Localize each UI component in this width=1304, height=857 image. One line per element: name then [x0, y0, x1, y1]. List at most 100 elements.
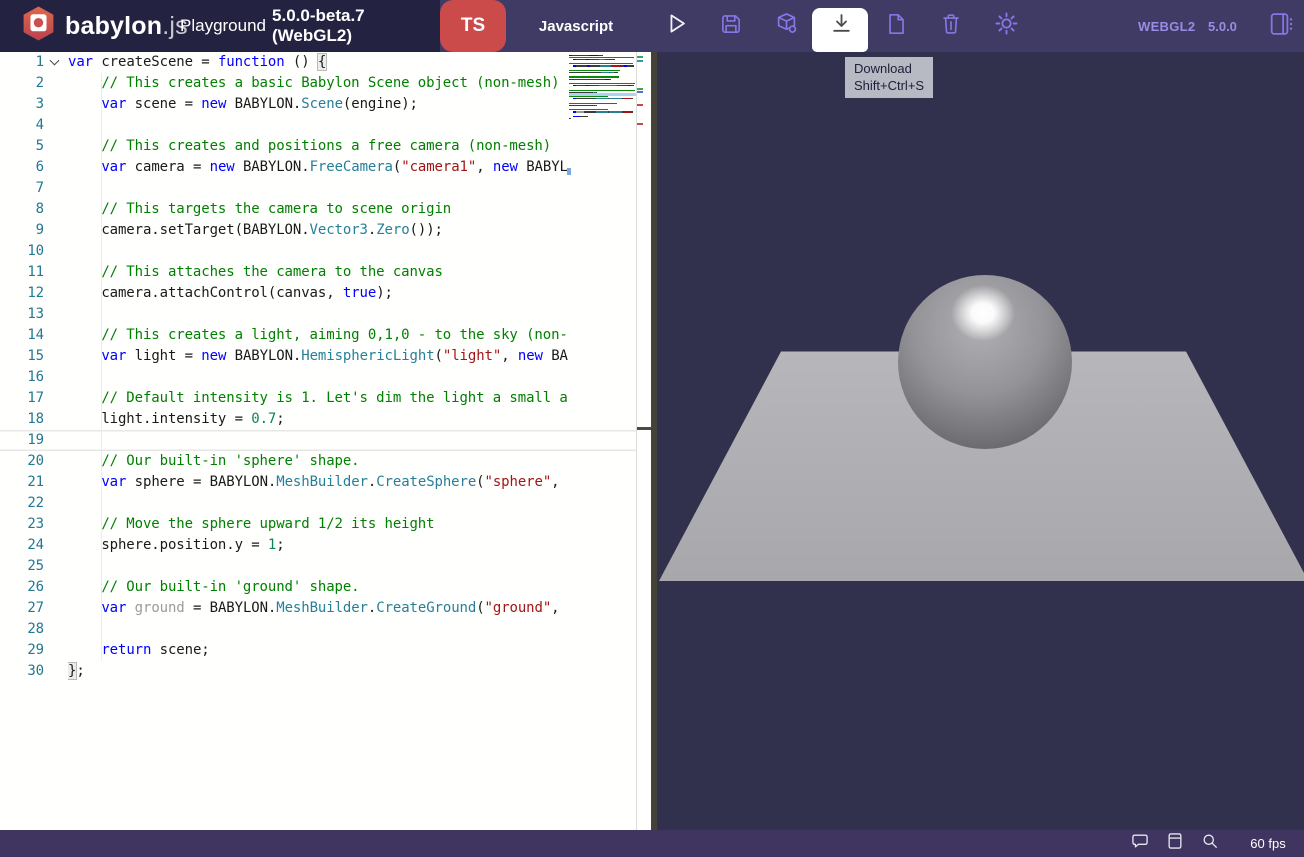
code-line-13[interactable]: 13: [0, 304, 637, 325]
line-gutter: 5: [0, 136, 68, 157]
new-playground-button[interactable]: [874, 0, 918, 52]
babylon-logo[interactable]: babylon.js: [20, 5, 188, 47]
code-line-22[interactable]: 22: [0, 493, 637, 514]
code-line-17[interactable]: 17 // Default intensity is 1. Let's dim …: [0, 388, 637, 409]
code-line-2[interactable]: 2 // This creates a basic Babylon Scene …: [0, 73, 637, 94]
settings-button[interactable]: [984, 0, 1028, 52]
code-line-12[interactable]: 12 camera.attachControl(canvas, true);: [0, 283, 637, 304]
code-line-4[interactable]: 4: [0, 115, 637, 136]
code-editor[interactable]: 1var createScene = function () {2 // Thi…: [0, 52, 651, 830]
code-text: camera.attachControl(canvas, true);: [68, 283, 568, 304]
line-number: 18: [0, 409, 44, 430]
line-gutter: 4: [0, 115, 68, 136]
line-number: 15: [0, 346, 44, 367]
minimap-line: [569, 117, 636, 119]
typescript-toggle-button[interactable]: TS: [440, 0, 506, 52]
run-button[interactable]: [654, 0, 698, 52]
line-number: 13: [0, 304, 44, 325]
code-line-6[interactable]: 6 var camera = new BABYLON.FreeCamera("c…: [0, 157, 637, 178]
code-line-3[interactable]: 3 var scene = new BABYLON.Scene(engine);: [0, 94, 637, 115]
line-number: 17: [0, 388, 44, 409]
code-line-30[interactable]: 30};: [0, 661, 637, 682]
line-gutter: 29: [0, 640, 68, 661]
code-line-27[interactable]: 27 var ground = BABYLON.MeshBuilder.Crea…: [0, 598, 637, 619]
line-number: 4: [0, 115, 44, 136]
clear-button[interactable]: [929, 0, 973, 52]
comments-icon: [1130, 831, 1150, 856]
inspector-button[interactable]: [764, 0, 808, 52]
code-line-9[interactable]: 9 camera.setTarget(BABYLON.Vector3.Zero(…: [0, 220, 637, 241]
code-line-29[interactable]: 29 return scene;: [0, 640, 637, 661]
code-line-15[interactable]: 15 var light = new BABYLON.HemisphericLi…: [0, 346, 637, 367]
line-gutter: 11: [0, 262, 68, 283]
code-text: sphere.position.y = 1;: [68, 535, 568, 556]
line-gutter: 9: [0, 220, 68, 241]
line-number: 21: [0, 472, 44, 493]
docs-icon: [1165, 831, 1185, 856]
code-line-5[interactable]: 5 // This creates and positions a free c…: [0, 136, 637, 157]
line-number: 24: [0, 535, 44, 556]
code-text: light.intensity = 0.7;: [68, 409, 568, 430]
line-gutter: 13: [0, 304, 68, 325]
code-text: [68, 430, 568, 451]
code-line-21[interactable]: 21 var sphere = BABYLON.MeshBuilder.Crea…: [0, 472, 637, 493]
code-text: return scene;: [68, 640, 568, 661]
line-gutter: 15: [0, 346, 68, 367]
code-line-10[interactable]: 10: [0, 241, 637, 262]
code-line-18[interactable]: 18 light.intensity = 0.7;: [0, 409, 637, 430]
line-gutter: 1: [0, 52, 68, 73]
code-text: var createScene = function () {: [68, 52, 568, 73]
line-number: 5: [0, 136, 44, 157]
docs-button[interactable]: [1163, 830, 1187, 857]
render-scene: [657, 52, 1304, 830]
code-line-11[interactable]: 11 // This attaches the camera to the ca…: [0, 262, 637, 283]
line-gutter: 12: [0, 283, 68, 304]
ruler-decoration-mark: [637, 104, 643, 106]
save-button[interactable]: [709, 0, 753, 52]
line-gutter: 8: [0, 199, 68, 220]
line-gutter: 14: [0, 325, 68, 346]
download-button[interactable]: [819, 0, 863, 52]
line-number: 3: [0, 94, 44, 115]
code-line-20[interactable]: 20 // Our built-in 'sphere' shape.: [0, 451, 637, 472]
code-line-1[interactable]: 1var createScene = function () {: [0, 52, 637, 73]
code-line-23[interactable]: 23 // Move the sphere upward 1/2 its hei…: [0, 514, 637, 535]
search-button[interactable]: [1198, 830, 1222, 857]
code-line-26[interactable]: 26 // Our built-in 'ground' shape.: [0, 577, 637, 598]
line-gutter: 18: [0, 409, 68, 430]
code-text: var sphere = BABYLON.MeshBuilder.CreateS…: [68, 472, 568, 493]
code-line-8[interactable]: 8 // This targets the camera to scene or…: [0, 199, 637, 220]
code-text: // This creates and positions a free cam…: [68, 136, 568, 157]
splitter-handle[interactable]: [637, 427, 651, 430]
examples-icon: [1267, 10, 1295, 43]
line-gutter: 10: [0, 241, 68, 262]
code-line-19[interactable]: 19: [0, 430, 637, 451]
language-selector[interactable]: Javascript: [516, 0, 636, 52]
code-line-24[interactable]: 24 sphere.position.y = 1;: [0, 535, 637, 556]
line-number: 6: [0, 157, 44, 178]
code-line-16[interactable]: 16: [0, 367, 637, 388]
line-number: 9: [0, 220, 44, 241]
fold-chevron-icon[interactable]: [44, 52, 68, 73]
code-line-14[interactable]: 14 // This creates a light, aiming 0,1,0…: [0, 325, 637, 346]
version-badge: 5.0.0: [1208, 0, 1237, 52]
code-text: };: [68, 661, 568, 682]
download-icon: [828, 10, 855, 42]
render-canvas[interactable]: [657, 52, 1304, 830]
code-text: // Our built-in 'sphere' shape.: [68, 451, 568, 472]
code-line-7[interactable]: 7: [0, 178, 637, 199]
examples-button[interactable]: [1258, 0, 1304, 52]
minimap[interactable]: [569, 54, 636, 754]
line-number: 26: [0, 577, 44, 598]
code-text: // This creates a basic Babylon Scene ob…: [68, 73, 568, 94]
sphere-specular-highlight: [951, 285, 1015, 341]
ruler-decoration-mark: [637, 56, 643, 58]
trash-icon: [938, 11, 964, 42]
line-number: 7: [0, 178, 44, 199]
comments-button[interactable]: [1128, 830, 1152, 857]
code-line-28[interactable]: 28: [0, 619, 637, 640]
code-text: var light = new BABYLON.HemisphericLight…: [68, 346, 568, 367]
line-gutter: 22: [0, 493, 68, 514]
line-number: 11: [0, 262, 44, 283]
code-line-25[interactable]: 25: [0, 556, 637, 577]
